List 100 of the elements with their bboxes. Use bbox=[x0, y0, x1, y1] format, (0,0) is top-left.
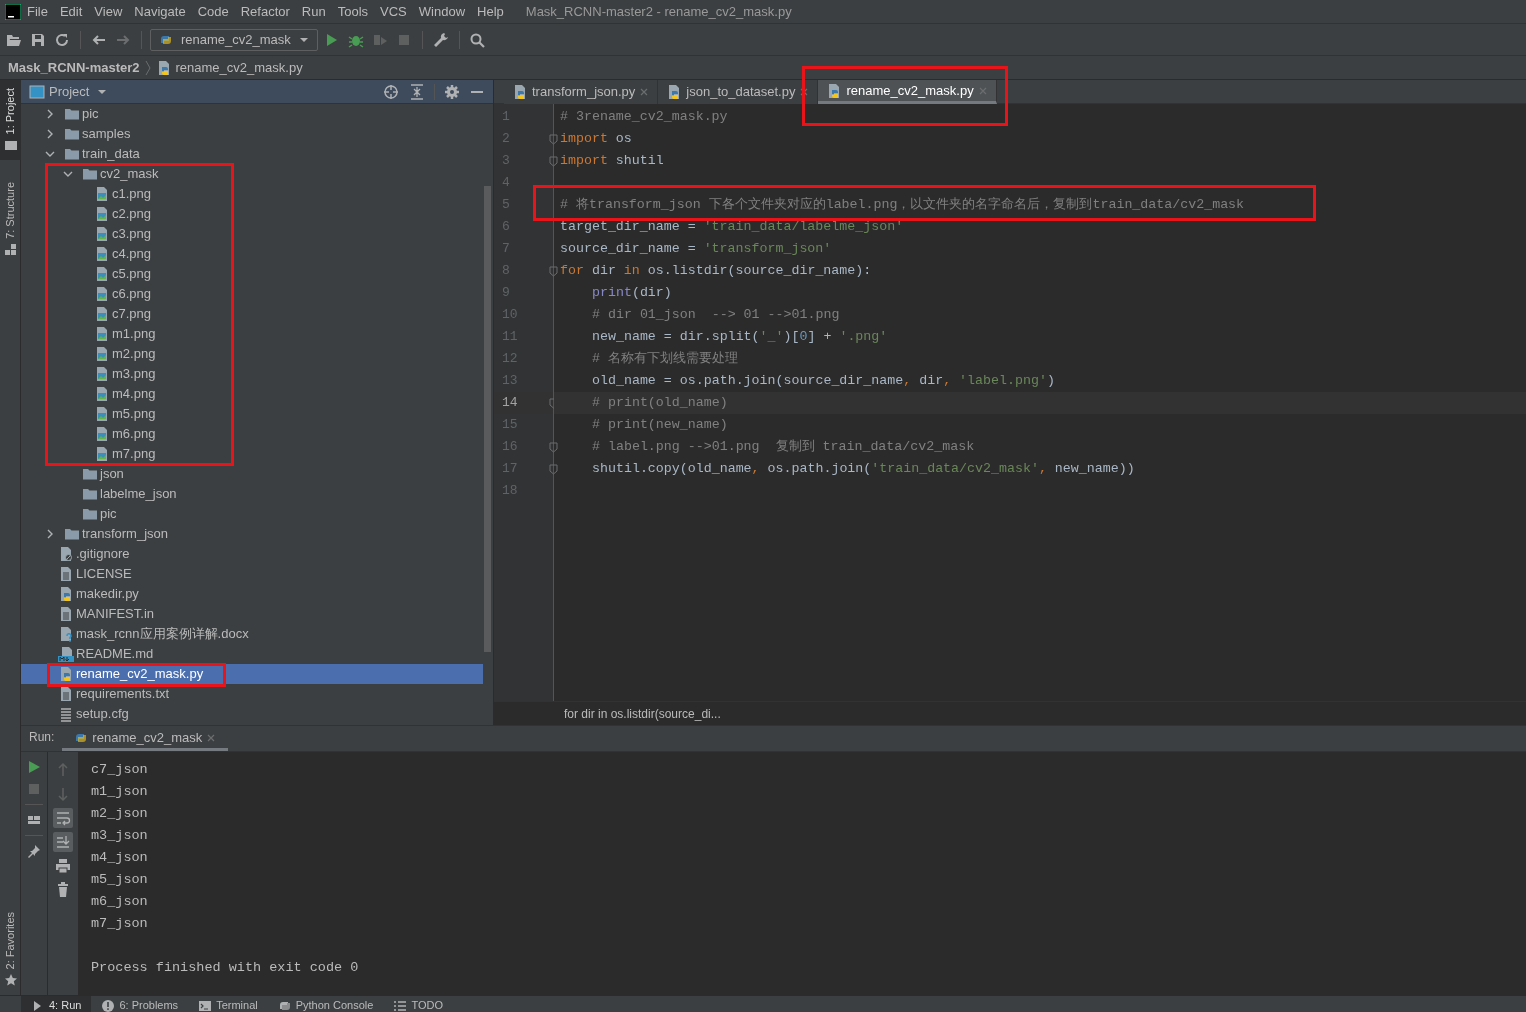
tool-window-tab[interactable]: 4: Run bbox=[21, 996, 92, 1012]
menu-item[interactable]: Help bbox=[471, 1, 510, 22]
menu-item[interactable]: Window bbox=[412, 1, 472, 22]
close-icon[interactable] bbox=[206, 732, 217, 743]
tree-item[interactable]: pic bbox=[21, 504, 483, 524]
tool-window-tab[interactable]: Python Console bbox=[267, 996, 384, 1012]
tree-item[interactable]: setup.cfg bbox=[21, 704, 483, 724]
image-file-icon bbox=[94, 406, 110, 422]
editor-tab[interactable]: rename_cv2_mask.py bbox=[818, 80, 997, 104]
scrollbar[interactable] bbox=[484, 186, 491, 652]
breadcrumb-item[interactable]: Mask_RCNN-master2 bbox=[8, 57, 140, 78]
text-file-icon bbox=[58, 606, 74, 622]
close-icon[interactable] bbox=[799, 87, 810, 97]
image-file-icon bbox=[94, 186, 110, 202]
tree-item[interactable]: labelme_json bbox=[21, 484, 483, 504]
scroll-to-end-icon[interactable] bbox=[53, 832, 73, 852]
editor-tab[interactable]: transform_json.py bbox=[504, 80, 659, 104]
menu-item[interactable]: Run bbox=[295, 1, 332, 22]
menu-item[interactable]: Edit bbox=[53, 1, 89, 22]
image-file-icon bbox=[94, 346, 110, 362]
breadcrumb-hint[interactable]: for dir in os.listdir(source_di... bbox=[564, 704, 721, 723]
image-file-icon bbox=[94, 246, 110, 262]
tree-item[interactable]: m4.png bbox=[21, 384, 483, 404]
soft-wrap-icon[interactable] bbox=[53, 808, 73, 828]
settings-icon[interactable] bbox=[443, 83, 461, 100]
menu-item[interactable]: Navigate bbox=[128, 1, 192, 22]
side-tool-tab[interactable]: 1: Project bbox=[0, 80, 21, 161]
list-file-icon bbox=[58, 706, 74, 722]
tree-item[interactable]: pic bbox=[21, 104, 483, 124]
tree-item[interactable]: MANIFEST.in bbox=[21, 604, 483, 624]
folder-icon bbox=[82, 486, 98, 502]
tree-item[interactable]: m7.png bbox=[21, 444, 483, 464]
fold-marker-icon[interactable] bbox=[549, 265, 558, 277]
code-line: import shutil bbox=[560, 152, 664, 171]
tree-item[interactable]: transform_json bbox=[21, 524, 483, 544]
tree-item[interactable]: LICENSE bbox=[21, 564, 483, 584]
menu-item[interactable]: File bbox=[21, 1, 54, 22]
tree-item[interactable]: m6.png bbox=[21, 424, 483, 444]
tree-item[interactable]: cv2_mask bbox=[21, 164, 483, 184]
menu-item[interactable]: Refactor bbox=[234, 1, 296, 22]
menu-item[interactable]: VCS bbox=[374, 1, 413, 22]
tool-window-tab[interactable]: 6: Problems bbox=[91, 996, 189, 1012]
run-configuration-dropdown[interactable]: rename_cv2_mask bbox=[150, 28, 318, 51]
image-file-icon bbox=[94, 326, 110, 342]
tool-window-tab[interactable]: Terminal bbox=[188, 996, 268, 1012]
tree-item[interactable]: c4.png bbox=[21, 244, 483, 264]
breadcrumb-item[interactable]: rename_cv2_mask.py bbox=[175, 57, 303, 78]
tool-window-tab[interactable]: TODO bbox=[383, 996, 453, 1012]
tree-item[interactable]: m3.png bbox=[21, 364, 483, 384]
tree-item[interactable]: c3.png bbox=[21, 224, 483, 244]
window-title: Mask_RCNN-master2 - rename_cv2_mask.py bbox=[525, 2, 792, 21]
rerun-icon[interactable] bbox=[27, 760, 41, 774]
tree-item[interactable]: c1.png bbox=[21, 184, 483, 204]
fold-marker-icon[interactable] bbox=[549, 133, 558, 145]
list-icon bbox=[393, 998, 408, 1012]
fold-marker-icon[interactable] bbox=[549, 155, 558, 167]
locate-icon[interactable] bbox=[382, 83, 400, 100]
menu-item[interactable]: Code bbox=[191, 1, 235, 22]
folder-icon bbox=[82, 466, 98, 482]
editor-tab[interactable]: json_to_dataset.py bbox=[658, 80, 819, 104]
tree-item[interactable]: makedir.py bbox=[21, 584, 483, 604]
menu-item[interactable]: Tools bbox=[331, 1, 375, 22]
project-view-dropdown[interactable]: Project bbox=[49, 81, 108, 102]
star-icon bbox=[3, 973, 18, 987]
layout-icon[interactable] bbox=[27, 813, 41, 827]
tree-item[interactable]: train_data bbox=[21, 144, 483, 164]
tree-item[interactable]: m2.png bbox=[21, 344, 483, 364]
collapse-all-icon[interactable] bbox=[408, 83, 426, 100]
close-icon[interactable] bbox=[639, 87, 650, 97]
tree-item[interactable]: samples bbox=[21, 124, 483, 144]
image-file-icon bbox=[94, 366, 110, 382]
folder-icon bbox=[64, 526, 80, 542]
side-tool-tab[interactable]: 7: Structure bbox=[0, 174, 21, 266]
tree-item[interactable]: c5.png bbox=[21, 264, 483, 284]
print-icon[interactable] bbox=[53, 856, 73, 876]
tree-item[interactable]: .gitignore bbox=[21, 544, 483, 564]
image-file-icon bbox=[94, 206, 110, 222]
tree-item[interactable]: mask_rcnn应用案例详解.docx bbox=[21, 624, 483, 644]
folder-icon bbox=[3, 138, 18, 153]
folder-icon bbox=[64, 126, 80, 142]
tree-item[interactable]: m1.png bbox=[21, 324, 483, 344]
fold-marker-icon[interactable] bbox=[549, 441, 558, 453]
menu-item[interactable]: View bbox=[88, 1, 129, 22]
tree-item[interactable]: c2.png bbox=[21, 204, 483, 224]
tree-item[interactable]: README.md bbox=[21, 644, 483, 664]
side-tool-tab[interactable]: 2: Favorites bbox=[0, 903, 21, 995]
pin-icon[interactable] bbox=[27, 844, 41, 858]
code-line: target_dir_name = 'train_data/labelme_json' bbox=[560, 218, 904, 237]
tree-item[interactable]: c6.png bbox=[21, 284, 483, 304]
run-tab[interactable]: rename_cv2_mask bbox=[62, 727, 229, 751]
line-number: 14 bbox=[502, 394, 519, 413]
tree-item[interactable]: rename_cv2_mask.py bbox=[21, 664, 483, 684]
tree-item[interactable]: m5.png bbox=[21, 404, 483, 424]
image-file-icon bbox=[94, 266, 110, 282]
tree-item[interactable]: json bbox=[21, 464, 483, 484]
image-file-icon bbox=[94, 286, 110, 302]
tree-item[interactable]: requirements.txt bbox=[21, 684, 483, 704]
stop-icon[interactable] bbox=[27, 782, 41, 796]
fold-marker-icon[interactable] bbox=[549, 463, 558, 475]
tree-item[interactable]: c7.png bbox=[21, 304, 483, 324]
